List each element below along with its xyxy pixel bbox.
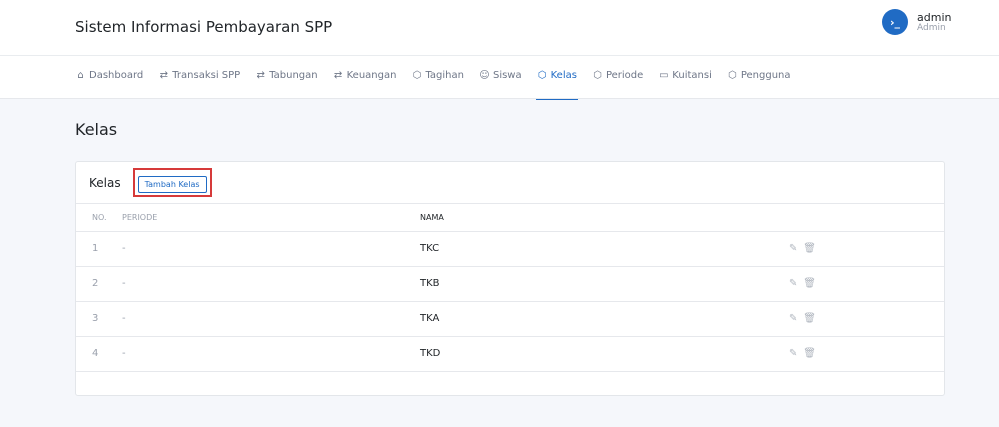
highlight-box: Tambah Kelas — [132, 168, 212, 197]
nav-label: Transaksi SPP — [172, 70, 241, 81]
nav-label: Keuangan — [346, 70, 397, 81]
nav-label: Tabungan — [269, 70, 318, 81]
nav-label: Pengguna — [740, 70, 791, 81]
cell-periode: - — [122, 266, 420, 302]
user-menu[interactable]: ›_ admin Admin — [882, 9, 951, 35]
home-icon: ⌂ — [77, 70, 84, 81]
card-title: Kelas — [89, 175, 121, 190]
cell-no: 2 — [76, 266, 122, 302]
nav-label: Kuitansi — [672, 70, 712, 81]
cell-nama: TKA — [420, 301, 789, 337]
card-header: Kelas Tambah Kelas — [76, 162, 944, 204]
avatar: ›_ — [882, 9, 908, 35]
nav-item-kelas[interactable]: ⬡ Kelas — [535, 70, 579, 100]
edit-icon[interactable]: ✎ — [789, 348, 800, 359]
header-divider — [0, 55, 999, 56]
users-icon: ☺ — [479, 70, 490, 81]
cell-no: 3 — [76, 301, 122, 337]
nav-item-tagihan[interactable]: ⬡ Tagihan — [411, 70, 464, 99]
row-actions: ✎ 🗑 — [789, 336, 944, 372]
row-actions: ✎ 🗑 — [789, 301, 944, 337]
box-icon: ⬡ — [537, 70, 547, 81]
nav-item-dashboard[interactable]: ⌂ Dashboard — [75, 70, 143, 99]
table-row: 4 - TKD ✎ 🗑 — [76, 336, 944, 372]
trash-icon[interactable]: 🗑 — [803, 243, 816, 254]
transfer-icon: ⇄ — [256, 70, 265, 81]
box-icon: ⬡ — [727, 70, 737, 81]
nav-item-kuitansi[interactable]: ▭ Kuitansi — [658, 70, 712, 99]
box-icon: ⬡ — [593, 70, 602, 81]
cell-periode: - — [122, 301, 420, 337]
trash-icon[interactable]: 🗑 — [803, 348, 816, 359]
nav-item-keuangan[interactable]: ⇄ Keuangan — [333, 70, 397, 99]
edit-icon[interactable]: ✎ — [789, 278, 800, 289]
box-icon: ⬡ — [412, 70, 422, 81]
nav-label: Siswa — [492, 70, 522, 81]
add-kelas-button[interactable]: Tambah Kelas — [137, 176, 207, 193]
cell-no: 1 — [76, 231, 122, 267]
main-nav: ⌂ Dashboard ⇄ Transaksi SPP ⇄ Tabungan ⇄… — [75, 70, 806, 100]
table-row: 1 - TKC ✎ 🗑 — [76, 231, 944, 267]
row-actions: ✎ 🗑 — [789, 266, 944, 302]
user-info: admin Admin — [917, 12, 951, 33]
nav-item-siswa[interactable]: ☺ Siswa — [479, 70, 522, 99]
row-actions: ✎ 🗑 — [789, 231, 944, 267]
nav-item-pengguna[interactable]: ⬡ Pengguna — [727, 70, 791, 99]
column-header-periode: PERIODE — [122, 204, 420, 232]
transfer-icon: ⇄ — [333, 70, 343, 81]
kelas-card: Kelas Tambah Kelas NO. PERIODE NAMA 1 - … — [75, 161, 945, 396]
kelas-table: NO. PERIODE NAMA 1 - TKC ✎ 🗑 2 - TKB ✎ 🗑… — [76, 204, 944, 372]
nav-item-transaksi-spp[interactable]: ⇄ Transaksi SPP — [158, 70, 241, 99]
user-name: admin — [917, 10, 952, 24]
app-title: Sistem Informasi Pembayaran SPP — [75, 18, 333, 36]
cell-periode: - — [122, 336, 420, 372]
column-header-nama: NAMA — [420, 204, 789, 232]
nav-label: Dashboard — [89, 70, 144, 81]
trash-icon[interactable]: 🗑 — [803, 313, 816, 324]
folder-icon: ▭ — [659, 70, 669, 81]
cell-periode: - — [122, 231, 420, 267]
cell-nama: TKD — [420, 336, 789, 372]
trash-icon[interactable]: 🗑 — [803, 278, 816, 289]
table-header-row: NO. PERIODE NAMA — [76, 204, 944, 232]
nav-label: Kelas — [550, 70, 577, 81]
nav-item-periode[interactable]: ⬡ Periode — [592, 70, 643, 99]
cell-no: 4 — [76, 336, 122, 372]
table-row: 3 - TKA ✎ 🗑 — [76, 301, 944, 337]
page-title: Kelas — [75, 120, 118, 139]
column-header-actions — [789, 204, 944, 232]
edit-icon[interactable]: ✎ — [789, 243, 800, 254]
transfer-icon: ⇄ — [159, 70, 168, 81]
cell-nama: TKB — [420, 266, 789, 302]
user-role: Admin — [917, 22, 946, 33]
nav-label: Periode — [605, 70, 644, 81]
nav-label: Tagihan — [425, 70, 464, 81]
edit-icon[interactable]: ✎ — [789, 313, 800, 324]
top-header: Sistem Informasi Pembayaran SPP ›_ admin… — [0, 0, 999, 100]
table-row: 2 - TKB ✎ 🗑 — [76, 266, 944, 302]
nav-item-tabungan[interactable]: ⇄ Tabungan — [255, 70, 317, 99]
column-header-no: NO. — [76, 204, 122, 232]
cell-nama: TKC — [420, 231, 789, 267]
